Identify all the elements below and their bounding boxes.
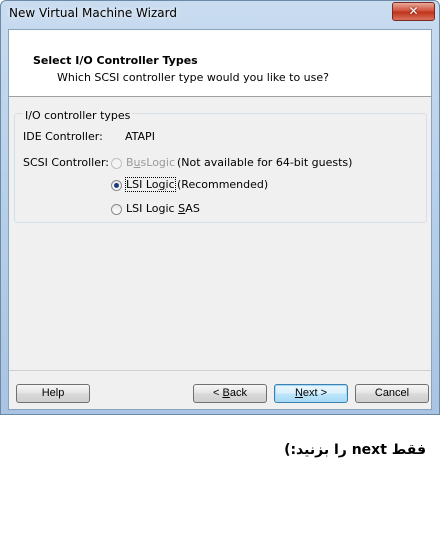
- back-button-rest: ack: [229, 387, 247, 399]
- dialog-client-area: Select I/O Controller Types Which SCSI c…: [8, 29, 432, 410]
- buslogic-radio: [111, 158, 122, 169]
- next-button[interactable]: Next >: [274, 384, 348, 403]
- lsi-logic-sas-label-a: LSI Logic: [126, 202, 179, 215]
- ide-controller-value: ATAPI: [125, 130, 155, 143]
- title-bar[interactable]: New Virtual Machine Wizard ✕: [1, 1, 439, 29]
- lsi-logic-sas-label-rest: AS: [185, 202, 200, 215]
- lsi-logic-sas-label[interactable]: LSI Logic SAS: [126, 202, 200, 215]
- cancel-button[interactable]: Cancel: [355, 384, 429, 403]
- back-button-a: <: [213, 387, 223, 399]
- lsi-logic-label-a: LSI Lo: [126, 178, 159, 191]
- page-subtitle: Which SCSI controller type would you lik…: [57, 71, 329, 84]
- page-title: Select I/O Controller Types: [33, 54, 198, 67]
- buslogic-label-u: u: [133, 156, 141, 169]
- buslogic-label-b: B: [126, 156, 134, 169]
- button-separator: [9, 370, 431, 371]
- lsi-logic-radio[interactable]: [111, 180, 122, 191]
- back-button[interactable]: < Back: [193, 384, 267, 403]
- ide-controller-label: IDE Controller:: [23, 130, 103, 143]
- scsi-controller-label: SCSI Controller:: [23, 156, 110, 169]
- buslogic-label: BusLogic: [126, 156, 175, 169]
- buslogic-label-rest: sLogic: [140, 156, 176, 169]
- help-button[interactable]: Help: [16, 384, 90, 403]
- radio-selected-dot: [114, 183, 119, 188]
- wizard-header: Select I/O Controller Types Which SCSI c…: [9, 30, 431, 97]
- instruction-note: فقط next را بزنید:): [284, 442, 426, 458]
- lsi-logic-label-u: g: [158, 178, 166, 191]
- close-icon: ✕: [408, 4, 419, 18]
- lsi-logic-sas-radio[interactable]: [111, 204, 122, 215]
- buslogic-note: (Not available for 64-bit guests): [177, 156, 353, 169]
- next-button-rest: ext >: [302, 387, 328, 399]
- lsi-logic-note: (Recommended): [177, 178, 269, 191]
- close-button[interactable]: ✕: [392, 2, 435, 21]
- window-title: New Virtual Machine Wizard: [9, 6, 177, 20]
- wizard-window: New Virtual Machine Wizard ✕ Select I/O …: [0, 0, 440, 415]
- lsi-logic-label[interactable]: LSI Logic: [125, 177, 176, 192]
- next-button-u: N: [294, 387, 303, 399]
- lsi-logic-label-rest: ic: [165, 178, 175, 191]
- back-button-u: B: [222, 387, 230, 399]
- group-title: I/O controller types: [23, 109, 133, 122]
